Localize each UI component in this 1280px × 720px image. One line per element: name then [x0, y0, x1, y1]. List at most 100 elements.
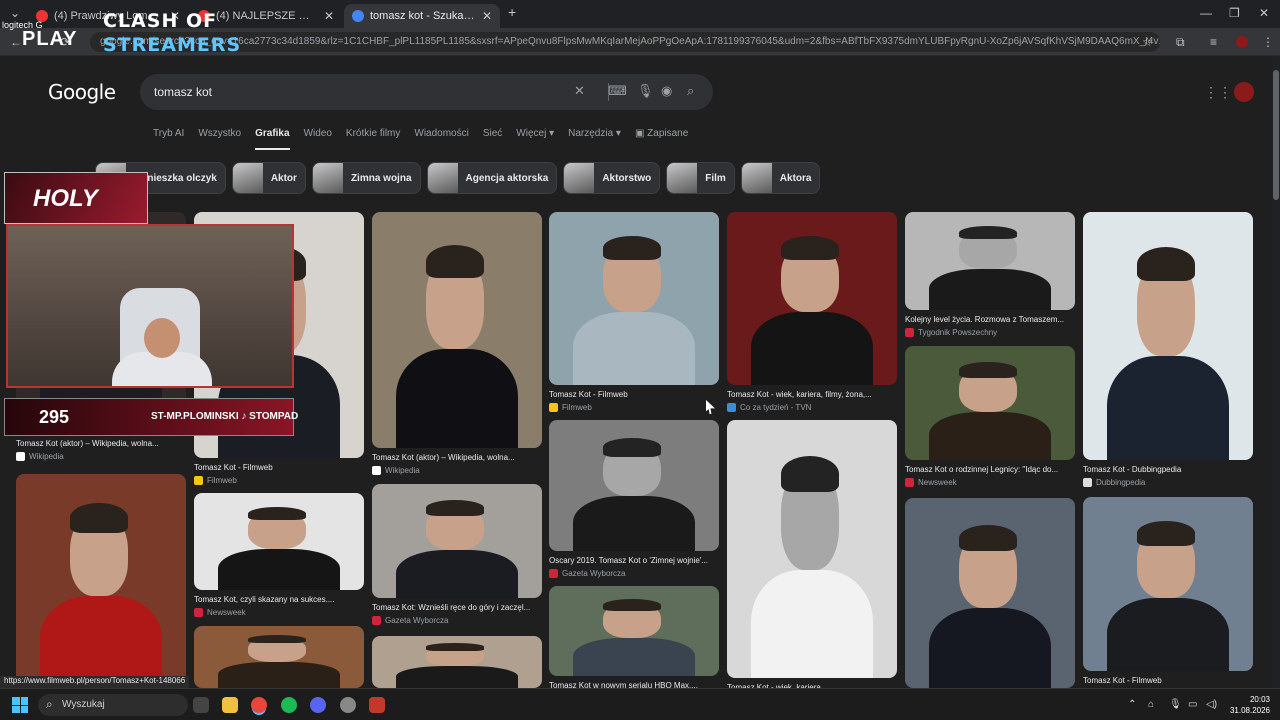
result-caption[interactable]: Tomasz Kot o rodzinnej Legnicy: "Idąc do…	[905, 465, 1075, 474]
microphone-icon[interactable]: 🎙	[637, 83, 654, 99]
result-source[interactable]: Filmweb	[194, 476, 237, 485]
network-icon[interactable]: ⌂	[1148, 699, 1154, 710]
address-bar[interactable]: google.com/search?sca_esv=16ca2773c34d18…	[90, 32, 1160, 52]
menu-kebab-icon[interactable]: ⋮	[1262, 35, 1274, 49]
result-thumbnail[interactable]	[727, 212, 897, 385]
result-caption[interactable]: Tomasz Kot - wiek, kariera, filmy, żona,…	[727, 390, 897, 399]
result-caption[interactable]: Tomasz Kot - Filmweb	[549, 390, 719, 399]
chip[interactable]: Aktor	[231, 162, 306, 194]
result-thumbnail[interactable]	[372, 484, 542, 598]
result-source[interactable]: Newsweek	[905, 478, 957, 487]
result-thumbnail[interactable]	[905, 212, 1075, 310]
result-thumbnail[interactable]	[16, 474, 186, 684]
profile-avatar[interactable]	[1236, 36, 1248, 48]
result-source[interactable]: Gazeta Wyborcza	[372, 616, 449, 625]
chip[interactable]: Agencja aktorska	[426, 162, 558, 194]
scrollbar-thumb[interactable]	[1273, 70, 1279, 200]
chip[interactable]: Film	[666, 162, 735, 194]
result-thumbnail[interactable]	[194, 493, 364, 590]
result-thumbnail[interactable]	[905, 498, 1075, 688]
tab-wszystko[interactable]: Wszystko	[198, 128, 241, 150]
media-icon[interactable]: ≡	[1210, 35, 1217, 49]
result-thumbnail[interactable]	[372, 212, 542, 448]
result-caption[interactable]: Tomasz Kot, czyli skazany na sukces....	[194, 595, 364, 604]
taskbar-clock[interactable]: 20:03 31.08.2026	[1226, 694, 1270, 716]
tab-narzedzia[interactable]: Narzędzia ▾	[568, 128, 621, 150]
result-caption[interactable]: Oscary 2019. Tomasz Kot o 'Zimnej wojnie…	[549, 556, 719, 565]
microphone-tray-icon[interactable]: 🎙	[1169, 699, 1182, 710]
account-avatar[interactable]	[1234, 82, 1254, 102]
result-thumbnail[interactable]	[727, 420, 897, 678]
task-view-icon[interactable]	[193, 697, 209, 713]
tab-siec[interactable]: Sieć	[483, 128, 502, 150]
result-thumbnail[interactable]	[372, 636, 542, 688]
shield-app-icon[interactable]	[369, 697, 385, 713]
result-caption[interactable]: Kolejny level życia. Rozmowa z Tomaszem.…	[905, 315, 1075, 324]
result-source[interactable]: Gazeta Wyborcza	[549, 569, 626, 578]
new-tab-button[interactable]: +	[508, 4, 516, 20]
close-tab-icon[interactable]: ✕	[324, 9, 334, 23]
search-box[interactable]: tomasz kot ✕ ⌨ 🎙 ◉ ⌕	[140, 74, 713, 110]
extensions-icon[interactable]: ⧉	[1176, 35, 1185, 50]
result-caption[interactable]: Tomasz Kot (aktor) – Wikipedia, wolna...	[372, 453, 542, 462]
volume-icon[interactable]: ◁)	[1206, 699, 1217, 710]
result-source[interactable]: Filmweb	[549, 403, 592, 412]
file-explorer-icon[interactable]	[222, 697, 238, 713]
source-favicon-icon	[372, 466, 381, 475]
close-tab-icon[interactable]: ✕	[482, 9, 492, 23]
display-icon[interactable]: ▭	[1188, 699, 1197, 710]
result-thumbnail[interactable]	[1083, 497, 1253, 671]
result-thumbnail[interactable]	[549, 586, 719, 676]
close-window-icon[interactable]: ✕	[1259, 6, 1269, 20]
tab-zapisane[interactable]: ▣ Zapisane	[635, 128, 688, 150]
result-thumbnail[interactable]	[1083, 212, 1253, 460]
google-apps-icon[interactable]: ⋮⋮	[1204, 84, 1232, 101]
minimize-icon[interactable]: —	[1200, 6, 1212, 20]
chip[interactable]: Zimna wojna	[311, 162, 421, 194]
result-caption[interactable]: Tomasz Kot (aktor) – Wikipedia, wolna...	[16, 439, 186, 448]
result-caption[interactable]: Tomasz Kot - Filmweb	[194, 463, 364, 472]
search-icon[interactable]: ⌕	[687, 83, 694, 99]
search-input[interactable]: tomasz kot	[154, 85, 212, 99]
result-thumbnail[interactable]	[905, 346, 1075, 460]
tab-wiadomosci[interactable]: Wiadomości	[414, 128, 468, 150]
photo-body	[928, 608, 1052, 688]
google-icon	[352, 10, 364, 22]
result-source[interactable]: Co za tydzień - TVN	[727, 403, 811, 412]
result-thumbnail[interactable]	[194, 626, 364, 688]
restore-icon[interactable]: ❐	[1229, 6, 1240, 20]
tab-wiecej[interactable]: Więcej ▾	[516, 128, 554, 150]
page-scrollbar[interactable]	[1272, 56, 1280, 688]
chip[interactable]: Aktora	[740, 162, 821, 194]
google-logo[interactable]: Google	[48, 80, 116, 104]
source-favicon-icon	[727, 403, 736, 412]
result-caption[interactable]: Tomasz Kot: Wznieśli ręce do góry i zacz…	[372, 603, 542, 612]
tab-tryb-ai[interactable]: Tryb AI	[153, 128, 184, 150]
windows-start-icon[interactable]	[12, 697, 28, 713]
result-source[interactable]: Wikipedia	[16, 452, 64, 461]
chrome-icon[interactable]	[251, 697, 267, 713]
result-source[interactable]: Newsweek	[194, 608, 246, 617]
lens-camera-icon[interactable]: ◉	[661, 83, 672, 99]
result-source[interactable]: Dubbingpedia	[1083, 478, 1145, 487]
photo-hair	[603, 598, 662, 612]
result-thumbnail[interactable]	[549, 420, 719, 551]
discord-icon[interactable]	[310, 697, 326, 713]
result-thumbnail[interactable]	[549, 212, 719, 385]
keyboard-icon[interactable]: ⌨	[608, 83, 627, 99]
result-source[interactable]: Wikipedia	[372, 466, 420, 475]
obs-icon[interactable]	[340, 697, 356, 713]
taskbar-search-input[interactable]: ⌕ Wyszukaj	[38, 694, 188, 716]
tab-wideo[interactable]: Wideo	[304, 128, 332, 150]
tab-grafika[interactable]: Grafika	[255, 128, 290, 150]
result-caption[interactable]: Tomasz Kot - Filmweb	[1083, 676, 1253, 685]
bookmark-star-icon[interactable]: ☆	[1142, 35, 1153, 49]
clear-icon[interactable]: ✕	[574, 83, 585, 99]
tab-3-active[interactable]: tomasz kot - Szukaj w Google ✕	[344, 4, 500, 28]
spotify-icon[interactable]	[281, 697, 297, 713]
tray-chevron-icon[interactable]: ⌃	[1128, 699, 1136, 710]
chip[interactable]: Aktorstwo	[563, 162, 661, 194]
result-caption[interactable]: Tomasz Kot - Dubbingpedia	[1083, 465, 1253, 474]
tab-krotkie-filmy[interactable]: Krótkie filmy	[346, 128, 400, 150]
result-source[interactable]: Tygodnik Powszechny	[905, 328, 997, 337]
